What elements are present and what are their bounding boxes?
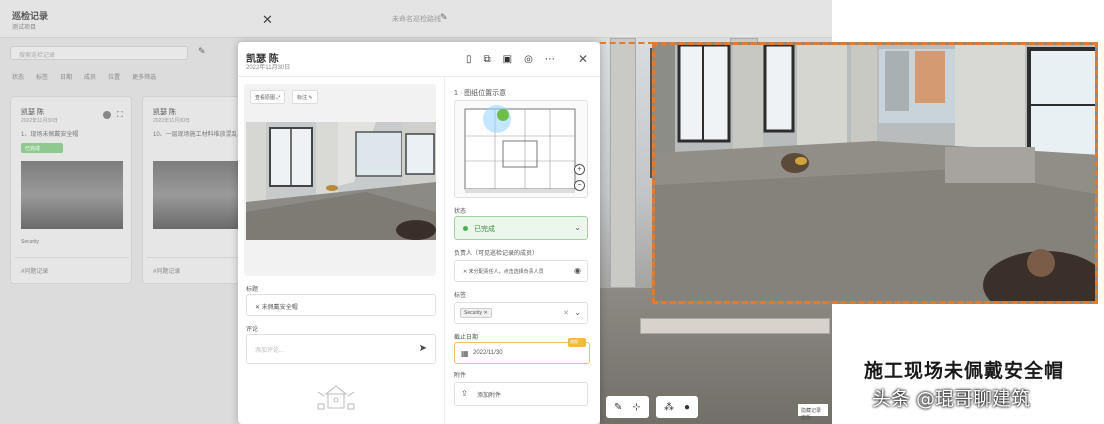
share-icon[interactable]: ⧉ xyxy=(484,54,491,65)
zoomed-photo xyxy=(652,42,1098,304)
measure-icon[interactable]: ⊹ xyxy=(632,402,640,413)
comment-placeholder: 添加评论... xyxy=(255,348,285,354)
assignee-value: 未分配责任人，点击选择负责人员 xyxy=(468,269,544,275)
callout-connector xyxy=(600,42,654,44)
zoom-in-icon[interactable]: + xyxy=(574,164,585,175)
background-subtitle: 测试项目 xyxy=(12,25,37,31)
pdf-icon[interactable]: ▯ xyxy=(466,54,472,65)
plan-title: 1 · 图纸位置示意 xyxy=(454,90,507,97)
nodes-icon[interactable]: ⁂ xyxy=(664,402,674,413)
send-icon[interactable]: ➤ xyxy=(419,343,427,354)
photo-area: 查看原图 ⤢ 标注 ✎ xyxy=(244,84,436,276)
edit-icon[interactable]: ▣ xyxy=(503,54,512,65)
header-divider xyxy=(238,76,600,77)
more-icon[interactable]: ⋯ xyxy=(545,54,555,65)
comment-label: 评论 xyxy=(246,327,259,333)
annotate-label: 标注 xyxy=(297,95,308,101)
card-description: 1、现场未佩戴安全帽 xyxy=(21,132,79,138)
status-badge: 已完成 xyxy=(21,143,63,153)
site-photo[interactable] xyxy=(246,122,436,240)
chevron-down-icon: ⌄ xyxy=(574,223,581,232)
close-icon[interactable]: ✕ xyxy=(262,12,273,28)
record-date: 2022年11月30日 xyxy=(246,65,291,71)
status-dot-icon xyxy=(463,226,468,231)
attach-value: 添加附件 xyxy=(477,393,502,399)
title-label: 标题 xyxy=(246,287,259,293)
view-toolbar-2: ⁂ ● xyxy=(656,396,699,418)
filter-member[interactable]: 成员 xyxy=(84,72,96,81)
annotate-button[interactable]: 标注 ✎ xyxy=(292,90,318,104)
filter-location[interactable]: 位置 xyxy=(108,72,120,81)
due-value: 2022/11/30 xyxy=(473,350,503,356)
filter-date[interactable]: 日期 xyxy=(60,72,72,81)
background-topbar: 巡检记录 测试项目 ✕ 未命名巡检路线 ✎ xyxy=(0,0,832,38)
card-photo xyxy=(21,161,123,229)
card-date: 2022年11月30日 xyxy=(21,118,58,124)
status-value: 已完成 xyxy=(474,226,495,233)
background-title: 巡检记录 xyxy=(12,11,49,21)
card-tag: Security xyxy=(21,239,40,245)
expand-icon[interactable]: ⛶ xyxy=(117,110,123,120)
due-label: 截止日期 xyxy=(454,335,479,341)
calendar-icon: ▦ xyxy=(461,349,469,358)
view-toolbar: ✎ ⊹ xyxy=(606,396,649,418)
attach-button[interactable]: ⇪ 添加附件 xyxy=(454,382,588,406)
card-description: 10、一层现场施工材料堆放混乱 xyxy=(153,132,238,138)
assignee-field[interactable]: ✕ 未分配责任人，点击选择负责人员 ◉ xyxy=(454,260,588,282)
tag-chip[interactable]: Security ✕ xyxy=(460,308,492,318)
watermark: 头条 @琨哥聊建筑 xyxy=(872,388,1031,410)
draw-icon[interactable]: ✎ xyxy=(614,402,622,413)
tags-label: 标签 xyxy=(454,293,467,299)
tag-chip-label: Security xyxy=(464,310,483,316)
filter-bar: 状态 标签 日期 成员 位置 更多筛选 xyxy=(12,72,156,81)
filter-more[interactable]: 更多筛选 xyxy=(132,72,156,81)
search-icon[interactable]: ✎ xyxy=(198,46,206,57)
column-divider xyxy=(444,76,445,424)
overdue-badge: 逾期 xyxy=(568,338,586,347)
title-value: 未佩戴安全帽 xyxy=(261,305,298,311)
upload-icon: ⇪ xyxy=(461,389,468,398)
title-field[interactable]: ✕ 未佩戴安全帽 xyxy=(246,294,436,316)
pencil-icon[interactable]: ✎ xyxy=(440,12,448,23)
card-date: 2022年11月30日 xyxy=(153,118,190,124)
record-card[interactable]: 凯瑟 陈 2022年11月30日 ⛶ 1、现场未佩戴安全帽 已完成 Securi… xyxy=(10,96,132,284)
hide-panel-button[interactable]: 隐藏记录面板 xyxy=(798,404,828,421)
card-footer: #问题记录 xyxy=(15,257,129,279)
card-author: 凯瑟 陈 xyxy=(153,109,176,116)
clear-icon[interactable]: ✕ xyxy=(563,309,569,317)
empty-comments-icon xyxy=(316,382,356,416)
history-icon[interactable]: ◎ xyxy=(524,54,533,65)
floor-plan[interactable] xyxy=(454,100,588,198)
view-original-label: 查看原图 xyxy=(255,95,276,101)
zoom-out-icon[interactable]: − xyxy=(574,180,585,191)
view-original-button[interactable]: 查看原图 ⤢ xyxy=(250,90,286,104)
caption-text: 施工现场未佩戴安全帽 xyxy=(864,360,1065,382)
assignee-label: 负责人（可见巡检记录的成员） xyxy=(454,251,539,257)
filter-tags[interactable]: 标签 xyxy=(36,72,48,81)
status-select[interactable]: 已完成 ⌄ xyxy=(454,216,588,240)
card-author: 凯瑟 陈 xyxy=(21,109,44,116)
screenshot-stage: 巡检记录 测试项目 ✕ 未命名巡检路线 ✎ 搜索巡检记录 ✎ 状态 标签 日期 … xyxy=(0,0,1104,424)
record-detail-panel: 凯瑟 陈 2022年11月30日 ▯ ⧉ ▣ ◎ ⋯ ✕ 查看原图 ⤢ 标注 ✎ xyxy=(238,42,600,424)
dot-icon[interactable]: ● xyxy=(684,402,690,413)
location-icon[interactable] xyxy=(103,111,111,119)
search-input[interactable]: 搜索巡检记录 xyxy=(10,46,188,60)
close-icon[interactable]: ✕ xyxy=(578,52,588,66)
chevron-down-icon: ⌄ xyxy=(574,308,581,317)
panel-actions: ▯ ⧉ ▣ ◎ ⋯ xyxy=(466,54,555,65)
filter-status[interactable]: 状态 xyxy=(12,72,24,81)
attach-label: 附件 xyxy=(454,373,467,379)
route-name: 未命名巡检路线 xyxy=(392,16,441,23)
status-label: 状态 xyxy=(454,209,467,215)
eye-icon[interactable]: ◉ xyxy=(574,266,581,275)
comment-input[interactable]: 添加评论... ➤ xyxy=(246,334,436,364)
